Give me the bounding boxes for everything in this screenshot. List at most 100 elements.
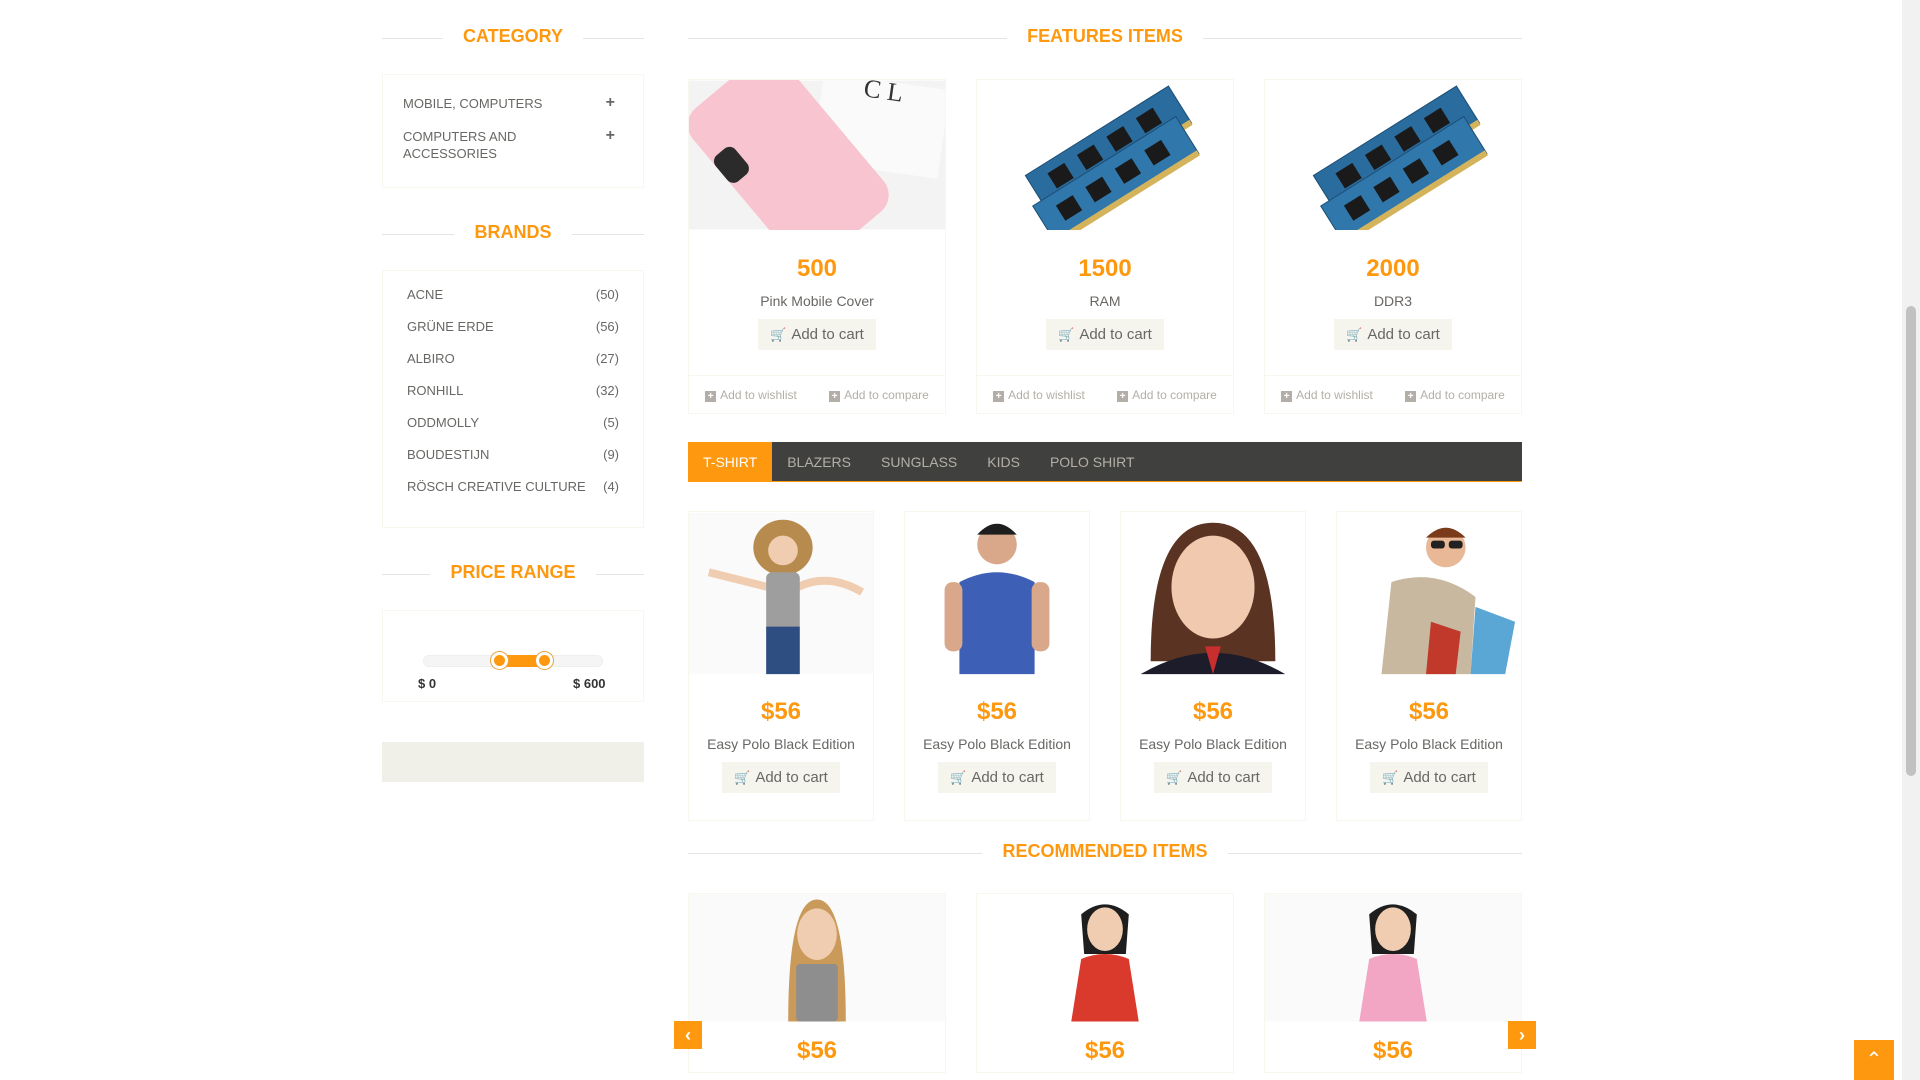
product-card: $56 — [976, 893, 1234, 1073]
add-to-compare-link[interactable]: + Add to compare — [1405, 388, 1505, 402]
cart-icon: 🛒 — [950, 770, 967, 785]
add-to-cart-button[interactable]: 🛒 Add to cart — [758, 319, 876, 350]
product-image-ddr3[interactable] — [1265, 80, 1521, 245]
product-name: Easy Polo Black Edition — [1355, 736, 1503, 752]
brand-item-grune-erde[interactable]: GRÜNE ERDE (56) — [383, 315, 643, 347]
add-to-wishlist-link[interactable]: + Add to wishlist — [1281, 388, 1373, 402]
tab-sunglass[interactable]: SUNGLASS — [866, 442, 972, 482]
product-card: 1500 RAM 🛒 Add to cart + Add to wishlist +… — [976, 79, 1234, 414]
product-card: $56 Easy Polo Black Edition 🛒 Add to cart — [688, 511, 874, 821]
brand-item-rosch-creative-culture[interactable]: RÖSCH CREATIVE CULTURE (4) — [383, 475, 643, 507]
brand-name: RÖSCH CREATIVE CULTURE — [407, 479, 586, 494]
add-to-cart-button[interactable]: 🛒 Add to cart — [1334, 319, 1452, 350]
product-image-woman-portrait[interactable] — [1121, 512, 1305, 675]
brand-count: (56) — [595, 319, 619, 334]
brand-count: (27) — [595, 351, 619, 366]
page-scrollbar[interactable] — [1902, 0, 1920, 1080]
product-image-pink-mobile-cover[interactable]: C L — [687, 54, 950, 266]
product-name: Pink Mobile Cover — [760, 293, 874, 309]
product-card: $56 Easy Polo Black Edition 🛒 Add to cart — [1336, 511, 1522, 821]
main-content: FEATURES ITEMS C L 500 Pink Mobile Cover… — [674, 0, 1536, 1073]
add-to-cart-button[interactable]: 🛒 Add to cart — [938, 762, 1056, 793]
product-image-woman-dancing[interactable] — [689, 512, 873, 675]
tab-blazers[interactable]: BLAZERS — [772, 442, 866, 482]
brand-count: (50) — [595, 287, 619, 302]
add-to-cart-label: Add to cart — [971, 769, 1044, 786]
product-image-girl-top[interactable] — [689, 894, 945, 1022]
product-name: Easy Polo Black Edition — [1139, 736, 1287, 752]
category-heading: CATEGORY — [382, 0, 644, 74]
plus-square-icon: + — [705, 390, 717, 402]
product-card: $56 — [1264, 893, 1522, 1073]
expand-plus-icon[interactable]: + — [606, 127, 615, 144]
product-card: C L 500 Pink Mobile Cover 🛒 Add to cart +… — [687, 54, 950, 414]
cart-icon: 🛒 — [1346, 327, 1363, 342]
brand-count: (4) — [603, 479, 619, 494]
carousel-prev-button[interactable]: ‹ — [674, 1021, 702, 1049]
cart-icon: 🛒 — [734, 770, 751, 785]
chevron-left-icon: ‹ — [685, 1025, 691, 1045]
tab-t-shirt[interactable]: T-SHIRT — [688, 442, 773, 482]
product-image-red-dress[interactable] — [977, 894, 1233, 1022]
recommended-title: RECOMMENDED ITEMS — [982, 841, 1228, 861]
product-card: $56 — [688, 893, 946, 1073]
features-grid: C L 500 Pink Mobile Cover 🛒 Add to cart +… — [687, 54, 1522, 415]
add-to-compare-link[interactable]: + Add to compare — [1117, 388, 1217, 402]
brands-title: BRANDS — [454, 222, 572, 242]
product-price: 500 — [796, 255, 838, 282]
brand-item-albiro[interactable]: ALBIRO (27) — [383, 347, 643, 379]
product-price: $56 — [760, 698, 802, 725]
chevron-up-icon: ⌃ — [1865, 1049, 1883, 1071]
add-to-compare-link[interactable]: + Add to compare — [829, 388, 929, 402]
category-item-computers-accessories[interactable]: COMPUTERS AND ACCESSORIES + — [383, 120, 643, 170]
expand-plus-icon[interactable]: + — [606, 94, 615, 111]
brand-item-ronhill[interactable]: RONHILL (32) — [383, 379, 643, 411]
product-footer: + Add to wishlist + Add to compare — [1265, 375, 1521, 413]
wishlist-label: Add to wishlist — [1008, 387, 1085, 402]
add-to-cart-button[interactable]: 🛒 Add to cart — [1046, 319, 1164, 350]
features-title: FEATURES ITEMS — [1007, 26, 1203, 46]
product-price: $56 — [1084, 1037, 1126, 1064]
tab-polo-shirt[interactable]: POLO SHIRT — [1035, 442, 1150, 482]
add-to-wishlist-link[interactable]: + Add to wishlist — [705, 388, 797, 402]
carousel-next-button[interactable]: › — [1508, 1021, 1536, 1049]
scrollbar-thumb[interactable] — [1906, 306, 1916, 776]
product-image-man-polo[interactable] — [905, 512, 1089, 675]
product-price: $56 — [796, 1037, 838, 1064]
product-image-woman-shopping[interactable] — [1337, 512, 1521, 675]
recommended-carousel: $56 $56 $56 ‹ › — [674, 893, 1536, 1073]
brand-count: (9) — [603, 447, 619, 462]
product-price: $56 — [976, 698, 1018, 725]
category-label: COMPUTERS AND ACCESSORIES — [403, 129, 517, 161]
product-name: Easy Polo Black Edition — [707, 736, 855, 752]
tab-kids[interactable]: KIDS — [972, 442, 1035, 482]
cart-icon: 🛒 — [770, 327, 787, 342]
brand-item-oddmolly[interactable]: ODDMOLLY (5) — [383, 411, 643, 443]
brand-name: GRÜNE ERDE — [407, 319, 494, 334]
product-image-pink-dress[interactable] — [1265, 894, 1521, 1022]
price-range-heading: PRICE RANGE — [382, 536, 644, 610]
price-slider-max-handle[interactable] — [536, 652, 553, 669]
brand-name: ACNE — [407, 287, 444, 302]
plus-square-icon: + — [1281, 390, 1293, 402]
add-to-cart-button[interactable]: 🛒 Add to cart — [722, 762, 840, 793]
brands-panel: ACNE (50) GRÜNE ERDE (56) ALBIRO (27) RONHI… — [382, 270, 644, 528]
add-to-cart-button[interactable]: 🛒 Add to cart — [1370, 762, 1488, 793]
product-price: $56 — [1408, 698, 1450, 725]
plus-square-icon: + — [829, 390, 841, 402]
category-item-mobile-computers[interactable]: MOBILE, COMPUTERS + — [383, 87, 643, 120]
left-sidebar: CATEGORY MOBILE, COMPUTERS + COMPUTERS A… — [382, 0, 644, 782]
brands-heading: BRANDS — [382, 196, 644, 270]
scroll-to-top-button[interactable]: ⌃ — [1854, 1040, 1894, 1080]
add-to-wishlist-link[interactable]: + Add to wishlist — [993, 388, 1085, 402]
product-image-ram[interactable] — [977, 80, 1233, 245]
brand-name: BOUDESTIJN — [407, 447, 490, 462]
category-label: MOBILE, COMPUTERS — [403, 96, 543, 111]
price-slider-min-handle[interactable] — [491, 652, 508, 669]
features-heading: FEATURES ITEMS — [688, 0, 1522, 74]
add-to-cart-label: Add to cart — [1079, 326, 1152, 343]
brand-item-acne[interactable]: ACNE (50) — [383, 283, 643, 315]
category-panel: MOBILE, COMPUTERS + COMPUTERS AND ACCESS… — [382, 74, 644, 188]
brand-item-boudestijn[interactable]: BOUDESTIJN (9) — [383, 443, 643, 475]
add-to-cart-button[interactable]: 🛒 Add to cart — [1154, 762, 1272, 793]
